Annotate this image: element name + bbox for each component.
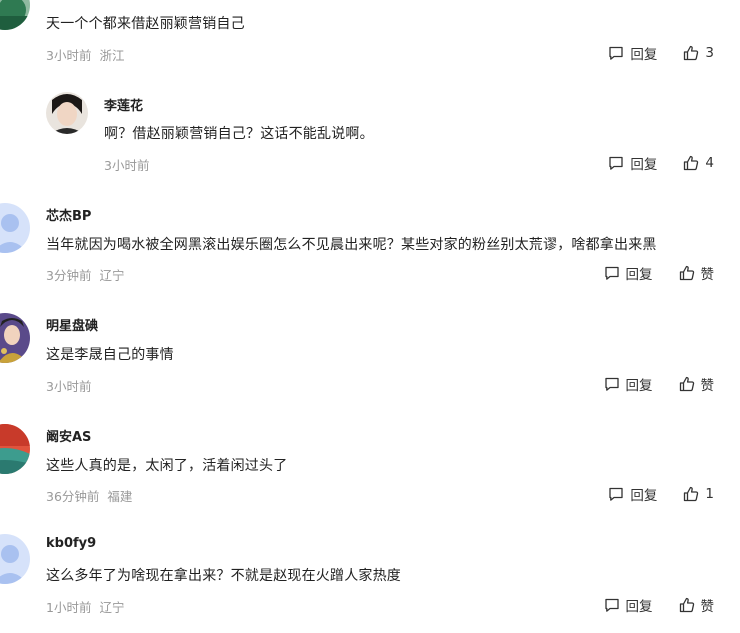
avatar[interactable]	[0, 203, 30, 253]
like-button[interactable]: 赞	[679, 374, 715, 394]
like-count: 赞	[700, 267, 715, 283]
reply-button[interactable]: 回复	[604, 263, 653, 283]
thumbs-up-icon	[684, 486, 699, 502]
like-count: 赞	[700, 599, 715, 615]
reply-label: 回复	[630, 157, 658, 173]
thumbs-up-icon	[679, 376, 694, 392]
like-button[interactable]: 3	[683, 45, 714, 61]
like-count: 4	[705, 155, 714, 171]
username[interactable]: 阚安AS	[46, 426, 91, 445]
avatar[interactable]	[0, 0, 30, 30]
reply-button[interactable]: 回复	[604, 374, 653, 394]
username[interactable]: kb0fy9	[46, 536, 96, 551]
comment-location: 福建	[107, 489, 133, 504]
reply-button[interactable]: 回复	[604, 595, 653, 615]
like-count: 赞	[700, 378, 715, 394]
comment-time: 3小时前	[104, 158, 150, 173]
like-button[interactable]: 赞	[679, 595, 715, 615]
comment-meta: 1小时前 辽宁	[46, 597, 124, 616]
comment-actions: 回复 1	[608, 484, 714, 504]
comment-actions: 回复 4	[608, 153, 714, 173]
comment-text: 啊？借赵丽颖营销自己？这话不能乱说啊。	[104, 126, 374, 142]
comment-bubble-icon	[609, 46, 624, 60]
reply-label: 回复	[625, 267, 653, 283]
like-button[interactable]: 1	[683, 486, 714, 502]
like-button[interactable]: 4	[683, 155, 714, 171]
comment-time: 3小时前	[46, 379, 92, 394]
reply-button[interactable]: 回复	[608, 43, 657, 63]
like-button[interactable]: 赞	[679, 263, 715, 283]
comment-meta: 3小时前	[104, 155, 149, 174]
comment-bubble-icon	[609, 156, 624, 170]
comment-bubble-icon	[604, 377, 619, 391]
avatar[interactable]	[0, 313, 30, 363]
comment-text: 当年就因为喝水被全网黑滚出娱乐圈怎么不见晨出来呢？某些对家的粉丝别太荒谬，啥都拿…	[46, 237, 657, 253]
comment-meta: 36分钟前 福建	[46, 486, 132, 505]
username[interactable]: 芯杰BP	[46, 205, 91, 224]
comment-location: 浙江	[99, 48, 125, 63]
comment-meta: 3分钟前 辽宁	[46, 265, 124, 284]
thumbs-up-icon	[684, 45, 699, 61]
reply-label: 回复	[630, 47, 658, 63]
comment-bubble-icon	[604, 598, 619, 612]
reply-label: 回复	[630, 488, 658, 504]
thumbs-up-icon	[679, 265, 694, 281]
reply-button[interactable]: 回复	[608, 153, 657, 173]
avatar[interactable]	[0, 424, 30, 474]
comment-text: 这些人真的是，太闲了，活着闲过头了	[46, 458, 288, 474]
comment-time: 3小时前	[46, 48, 92, 63]
comment-actions: 回复 赞	[604, 595, 715, 615]
comment-text: 这是李晟自己的事情	[46, 347, 174, 363]
comment-time: 36分钟前	[46, 489, 100, 504]
username[interactable]: 明星盘碘	[46, 315, 98, 334]
comment-text: 这么多年了为啥现在拿出来？不就是赵现在火蹭人家热度	[46, 568, 401, 584]
comment-time: 3分钟前	[46, 268, 92, 283]
like-count: 3	[705, 45, 714, 61]
comment-location: 辽宁	[99, 600, 125, 615]
username[interactable]: 李莲花	[104, 95, 143, 114]
thumbs-up-icon	[679, 597, 694, 613]
comment-actions: 回复 赞	[604, 263, 715, 283]
avatar[interactable]	[46, 92, 88, 134]
comment-text: 天一个个都来借赵丽颖营销自己	[46, 16, 245, 32]
comment-actions: 回复 3	[608, 43, 714, 63]
comment-meta: 3小时前	[46, 376, 91, 395]
reply-label: 回复	[625, 599, 653, 615]
comment-meta: 3小时前 浙江	[46, 45, 124, 64]
comment-actions: 回复 赞	[604, 374, 715, 394]
comment-bubble-icon	[609, 487, 624, 501]
reply-label: 回复	[625, 378, 653, 394]
comment-time: 1小时前	[46, 600, 92, 615]
reply-button[interactable]: 回复	[608, 484, 657, 504]
avatar[interactable]	[0, 534, 30, 584]
thumbs-up-icon	[684, 155, 699, 171]
comment-location: 辽宁	[99, 268, 125, 283]
like-count: 1	[705, 486, 714, 502]
comment-bubble-icon	[604, 266, 619, 280]
